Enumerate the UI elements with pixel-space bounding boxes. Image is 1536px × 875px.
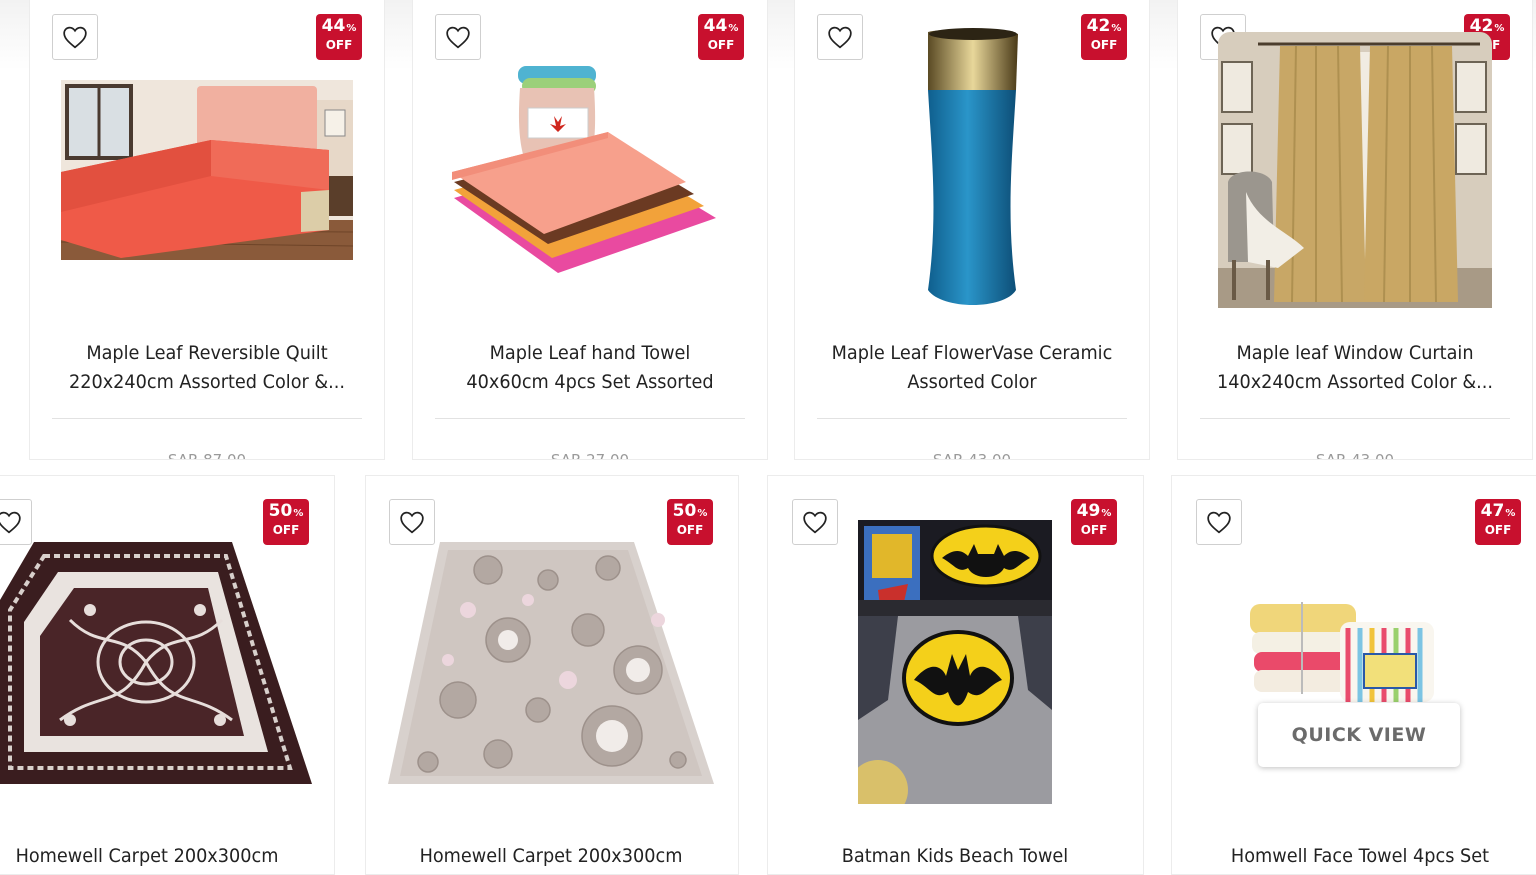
vase-image[interactable] <box>920 28 1024 310</box>
heart-outline-icon <box>1207 511 1231 534</box>
face-towel-image[interactable] <box>1248 598 1438 708</box>
favorite-button[interactable] <box>0 499 32 545</box>
divider <box>817 418 1127 419</box>
dark-carpet-image[interactable] <box>0 540 312 786</box>
product-price: SAR 43.00 <box>817 453 1127 459</box>
heart-outline-icon <box>803 511 827 534</box>
divider <box>52 418 362 419</box>
product-title[interactable]: Maple Leaf FlowerVase Ceramic Assorted C… <box>828 339 1116 397</box>
favorite-button[interactable] <box>817 14 863 60</box>
discount-badge: 50% OFF <box>263 499 309 545</box>
heart-outline-icon <box>828 26 852 49</box>
product-title[interactable]: Homewell Carpet 200x300cm <box>3 842 291 871</box>
divider <box>435 418 745 419</box>
heart-outline-icon <box>400 511 424 534</box>
product-title[interactable]: Maple leaf Window Curtain 140x240cm Asso… <box>1211 339 1499 397</box>
discount-badge: 49% OFF <box>1071 499 1117 545</box>
favorite-button[interactable] <box>792 499 838 545</box>
favorite-button[interactable] <box>52 14 98 60</box>
favorite-button[interactable] <box>389 499 435 545</box>
favorite-button[interactable] <box>1196 499 1242 545</box>
towel-stack-image[interactable] <box>448 58 720 278</box>
batman-towel-image[interactable] <box>858 520 1052 804</box>
heart-outline-icon <box>0 511 21 534</box>
curtain-image[interactable] <box>1218 32 1492 308</box>
product-price: SAR 27.00 <box>435 453 745 459</box>
discount-badge: 44% OFF <box>316 14 362 60</box>
discount-badge: 44% OFF <box>698 14 744 60</box>
grey-carpet-image[interactable] <box>388 540 716 786</box>
quilt-image[interactable] <box>61 80 353 260</box>
favorite-button[interactable] <box>435 14 481 60</box>
product-price: SAR 87.00 <box>52 453 362 459</box>
product-price: SAR 43.00 <box>1200 453 1510 459</box>
discount-badge: 50% OFF <box>667 499 713 545</box>
discount-badge: 42% OFF <box>1081 14 1127 60</box>
heart-outline-icon <box>446 26 470 49</box>
product-title[interactable]: Maple Leaf Reversible Quilt 220x240cm As… <box>63 339 351 397</box>
heart-outline-icon <box>63 26 87 49</box>
quick-view-button[interactable]: QUICK VIEW <box>1258 703 1460 767</box>
product-title[interactable]: Homwell Face Towel 4pcs Set <box>1216 842 1504 871</box>
product-title[interactable]: Maple Leaf hand Towel 40x60cm 4pcs Set A… <box>446 339 734 397</box>
product-title[interactable]: Batman Kids Beach Towel <box>811 842 1099 871</box>
product-title[interactable]: Homewell Carpet 200x300cm <box>407 842 695 871</box>
divider <box>1200 418 1510 419</box>
discount-badge: 47% OFF <box>1475 499 1521 545</box>
